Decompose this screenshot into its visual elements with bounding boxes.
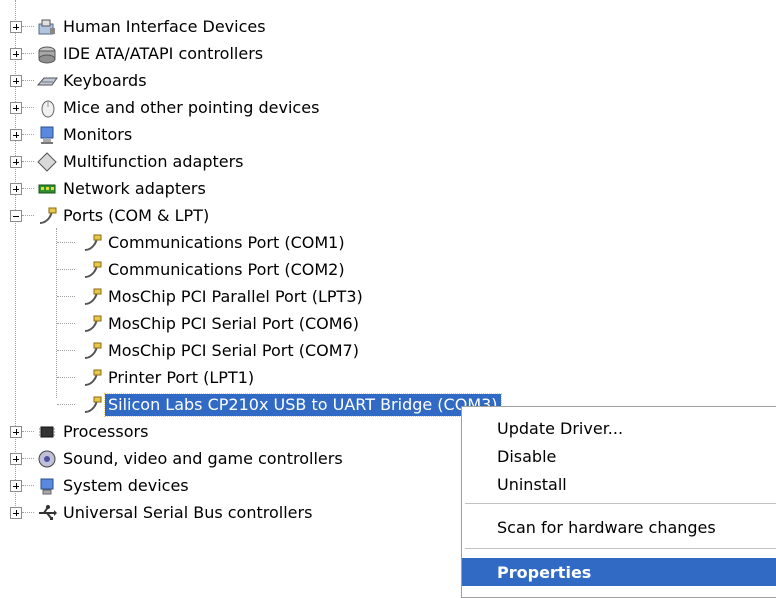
tree-item-label: Communications Port (COM2)	[108, 259, 345, 279]
port-icon	[81, 259, 103, 281]
tree-item-port[interactable]: Printer Port (LPT1)	[0, 364, 257, 391]
expand-button[interactable]	[10, 453, 22, 465]
network-adapter-icon	[36, 178, 58, 200]
tree-item-label: Printer Port (LPT1)	[108, 367, 255, 387]
tree-item-label: Communications Port (COM1)	[108, 232, 345, 252]
keyboard-icon	[36, 70, 58, 92]
menu-item-disable[interactable]: Disable	[462, 442, 776, 470]
port-icon	[81, 394, 103, 416]
tree-item-usb-controllers[interactable]: Universal Serial Bus controllers	[0, 499, 315, 526]
tree-item-label: Universal Serial Bus controllers	[63, 502, 313, 522]
menu-item-scan-hardware[interactable]: Scan for hardware changes	[462, 513, 776, 541]
tree-item-port[interactable]: MosChip PCI Parallel Port (LPT3)	[0, 283, 366, 310]
tree-item-processors[interactable]: Processors	[0, 418, 151, 445]
expand-button[interactable]	[10, 21, 22, 33]
expand-button[interactable]	[10, 102, 22, 114]
hid-icon	[36, 16, 58, 38]
tree-item-ide-ata-atapi-controllers[interactable]: IDE ATA/ATAPI controllers	[0, 40, 266, 67]
expand-button[interactable]	[10, 75, 22, 87]
tree-item-port[interactable]: MosChip PCI Serial Port (COM6)	[0, 310, 362, 337]
tree-item-port[interactable]: Communications Port (COM1)	[0, 229, 348, 256]
menu-separator	[465, 503, 776, 504]
port-icon	[81, 232, 103, 254]
tree-item-keyboards[interactable]: Keyboards	[0, 67, 150, 94]
menu-item-properties[interactable]: Properties	[462, 558, 776, 586]
expand-button[interactable]	[10, 426, 22, 438]
tree-item-mice[interactable]: Mice and other pointing devices	[0, 94, 322, 121]
tree-item-system-devices[interactable]: System devices	[0, 472, 192, 499]
tree-item-label: MosChip PCI Parallel Port (LPT3)	[108, 286, 363, 306]
mouse-icon	[36, 97, 58, 119]
tree-item-label: Mice and other pointing devices	[63, 97, 320, 117]
expand-button[interactable]	[10, 129, 22, 141]
port-icon	[81, 340, 103, 362]
tree-item-ports[interactable]: Ports (COM & LPT)	[0, 202, 212, 229]
monitor-icon	[36, 124, 58, 146]
port-icon	[81, 367, 103, 389]
expand-button[interactable]	[10, 480, 22, 492]
tree-item-label: System devices	[63, 475, 189, 495]
menu-item-label: Uninstall	[497, 474, 567, 494]
tree-item-multifunction-adapters[interactable]: Multifunction adapters	[0, 148, 247, 175]
tree-item-sound-video-game[interactable]: Sound, video and game controllers	[0, 445, 346, 472]
tree-item-port-selected[interactable]: Silicon Labs CP210x USB to UART Bridge (…	[0, 391, 502, 418]
port-icon	[81, 313, 103, 335]
tree-item-label: Sound, video and game controllers	[63, 448, 343, 468]
expand-button[interactable]	[10, 156, 22, 168]
tree-item-port[interactable]: MosChip PCI Serial Port (COM7)	[0, 337, 362, 364]
ide-controller-icon	[36, 43, 58, 65]
port-icon	[36, 205, 58, 227]
tree-item-label: Human Interface Devices	[63, 16, 266, 36]
tree-item-label: MosChip PCI Serial Port (COM7)	[108, 340, 359, 360]
tree-item-label: IDE ATA/ATAPI controllers	[63, 43, 264, 63]
menu-item-update-driver[interactable]: Update Driver...	[462, 414, 776, 442]
sound-icon	[36, 448, 58, 470]
processor-icon	[36, 421, 58, 443]
tree-item-label: Keyboards	[63, 70, 147, 90]
multifunction-icon	[36, 151, 58, 173]
system-devices-icon	[36, 475, 58, 497]
tree-item-label: Network adapters	[63, 178, 206, 198]
menu-item-label: Properties	[497, 562, 592, 582]
menu-item-label: Scan for hardware changes	[497, 517, 716, 537]
menu-item-uninstall[interactable]: Uninstall	[462, 470, 776, 498]
menu-item-label: Update Driver...	[497, 418, 624, 438]
tree-item-monitors[interactable]: Monitors	[0, 121, 135, 148]
tree-item-label: Silicon Labs CP210x USB to UART Bridge (…	[104, 392, 502, 417]
expand-button[interactable]	[10, 48, 22, 60]
expand-button[interactable]	[10, 183, 22, 195]
tree-item-label: Monitors	[63, 124, 133, 144]
tree-item-label: MosChip PCI Serial Port (COM6)	[108, 313, 359, 333]
menu-separator	[465, 548, 776, 549]
tree-item-label: Processors	[63, 421, 149, 441]
tree-item-port[interactable]: Communications Port (COM2)	[0, 256, 348, 283]
expand-button[interactable]	[10, 507, 22, 519]
collapse-button[interactable]	[10, 210, 22, 222]
tree-item-label: Multifunction adapters	[63, 151, 244, 171]
tree-item-label: Ports (COM & LPT)	[63, 205, 210, 225]
tree-item-network-adapters[interactable]: Network adapters	[0, 175, 209, 202]
menu-item-label: Disable	[497, 446, 557, 466]
usb-icon	[36, 502, 58, 524]
context-menu: Update Driver... Disable Uninstall Scan …	[461, 406, 776, 598]
tree-item-human-interface-devices[interactable]: Human Interface Devices	[0, 13, 269, 40]
port-icon	[81, 286, 103, 308]
